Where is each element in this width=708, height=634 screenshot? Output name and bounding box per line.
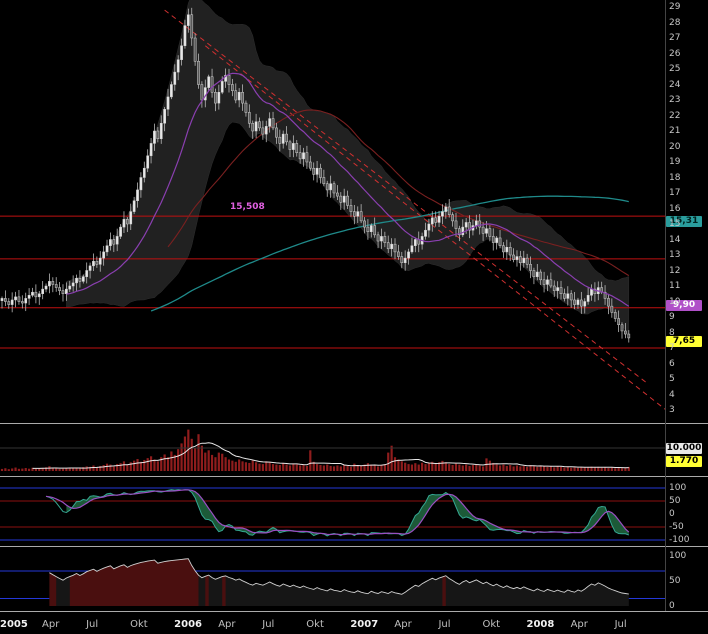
time-axis-label: Apr xyxy=(571,619,588,630)
osc1-axis-tick: 0 xyxy=(669,509,675,519)
osc2-axis-tick: 50 xyxy=(669,576,680,586)
time-axis: 2005 Apr Jul Okt 2006 Apr Jul Okt 2007 Apr Jul Okt 2… xyxy=(0,612,708,634)
price-axis-tick: 27 xyxy=(669,33,680,43)
osc2-axis-tick: 100 xyxy=(669,551,686,561)
time-axis-label: 2005 xyxy=(0,619,28,630)
price-axis-tick: 19 xyxy=(669,157,680,167)
resistance-level-label[interactable]: 15,508 xyxy=(228,202,267,212)
time-axis-label: Okt xyxy=(306,619,324,630)
price-axis-tick: 23 xyxy=(669,95,680,105)
time-axis-label: Jul xyxy=(262,619,274,630)
price-axis-tick: 17 xyxy=(669,188,680,198)
price-axis-tick: 3 xyxy=(669,405,675,415)
price-axis-tick: 8 xyxy=(669,328,675,338)
price-axis-gutter: 15,31 9,90 7,65 10.000 1.770 29282726252… xyxy=(666,0,708,634)
price-axis-tick: 12 xyxy=(669,266,680,276)
price-axis-tick: 18 xyxy=(669,173,680,183)
price-axis-tick: 15 xyxy=(669,219,680,229)
volume-scale-tag: 10.000 xyxy=(666,443,702,454)
osc1-axis-tick: 100 xyxy=(669,483,686,493)
volume-pane[interactable] xyxy=(0,424,665,475)
trading-chart-window: 15,508 15,31 9,90 7,65 10.000 1.770 2928… xyxy=(0,0,708,634)
time-axis-label: Okt xyxy=(130,619,148,630)
time-axis-label: Apr xyxy=(394,619,411,630)
price-axis-tick: 21 xyxy=(669,126,680,136)
price-axis-tick: 20 xyxy=(669,142,680,152)
price-axis-tick: 13 xyxy=(669,250,680,260)
time-axis-label: Okt xyxy=(482,619,500,630)
osc2-axis-tick: 0 xyxy=(669,601,675,611)
price-axis-tick: 6 xyxy=(669,359,675,369)
price-axis-tick: 5 xyxy=(669,374,675,384)
time-axis-label: 2006 xyxy=(174,619,202,630)
price-axis-tick: 24 xyxy=(669,80,680,90)
osc1-axis-tick: 50 xyxy=(669,496,680,506)
price-axis-tick: 9 xyxy=(669,312,675,322)
time-axis-label: Jul xyxy=(615,619,627,630)
time-axis-label: 2008 xyxy=(527,619,555,630)
osc1-axis-tick: -100 xyxy=(669,535,689,545)
time-axis-label: Jul xyxy=(438,619,450,630)
price-axis-tick: 7 xyxy=(669,343,675,353)
price-axis-tick: 25 xyxy=(669,64,680,74)
price-axis-tick: 16 xyxy=(669,204,680,214)
price-axis-tick: 11 xyxy=(669,281,680,291)
time-axis-label: Apr xyxy=(218,619,235,630)
last-volume-tag: 1.770 xyxy=(666,456,702,467)
time-axis-label: 2007 xyxy=(350,619,378,630)
time-axis-label: Apr xyxy=(42,619,59,630)
price-axis-tick: 4 xyxy=(669,390,675,400)
time-axis-label: Jul xyxy=(86,619,98,630)
main-chart-pane[interactable] xyxy=(0,0,665,422)
price-axis-tick: 14 xyxy=(669,235,680,245)
price-axis-tick: 28 xyxy=(669,18,680,28)
price-axis-tick: 26 xyxy=(669,49,680,59)
oscillator-pane-1[interactable] xyxy=(0,477,665,546)
price-axis-tick: 22 xyxy=(669,111,680,121)
price-axis-tick: 29 xyxy=(669,2,680,12)
price-axis-tick: 10 xyxy=(669,297,680,307)
osc1-axis-tick: -50 xyxy=(669,522,684,532)
oscillator-pane-2[interactable] xyxy=(0,547,665,611)
